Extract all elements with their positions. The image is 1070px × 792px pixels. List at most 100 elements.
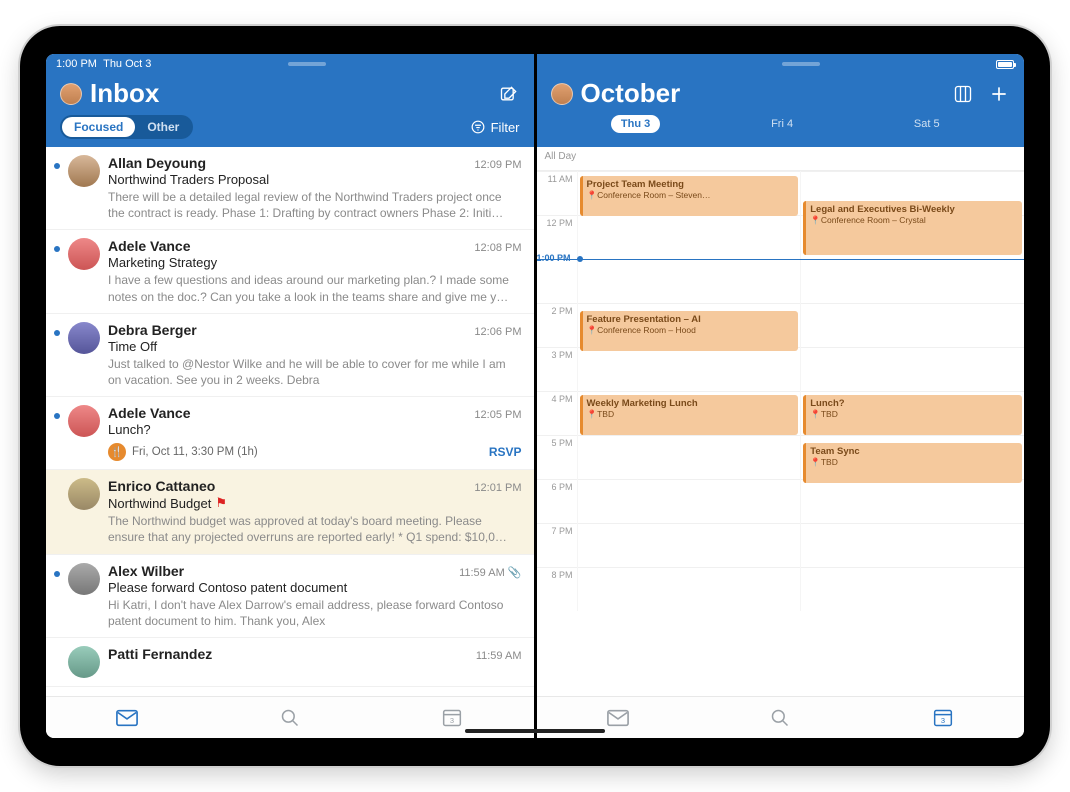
tab-focused[interactable]: Focused [62, 117, 135, 137]
attachment-icon: 📎 [508, 567, 522, 579]
fork-knife-icon: 🍴 [108, 443, 126, 461]
hour-label [537, 259, 577, 303]
mail-subject: Northwind Budget ⚑ [108, 495, 522, 511]
tab-search[interactable] [762, 705, 798, 731]
mail-sender: Adele Vance [108, 238, 191, 254]
mail-sender: Adele Vance [108, 405, 191, 421]
add-event-button[interactable] [988, 83, 1010, 105]
mail-subject: Time Off [108, 339, 522, 354]
mail-sender: Patti Fernandez [108, 646, 212, 662]
home-indicator[interactable] [465, 729, 605, 733]
mail-bottom-bar: 3 [46, 696, 534, 738]
filter-button[interactable]: Filter [471, 120, 520, 135]
event-location: 📍Conference Room – Hood [587, 325, 795, 336]
battery-icon [996, 60, 1014, 69]
mail-preview: There will be a detailed legal review of… [108, 189, 522, 221]
calendar-event[interactable]: Legal and Executives Bi-Weekly📍Conferenc… [803, 201, 1022, 255]
calendar-bottom-bar: 3 [537, 696, 1025, 738]
calendar-event[interactable]: Feature Presentation – AI📍Conference Roo… [580, 311, 799, 351]
hour-label: 6 PM [537, 479, 577, 523]
account-avatar[interactable] [60, 83, 82, 105]
ipad-screen: 1:00 PM Thu Oct 3 Inbox [46, 54, 1024, 738]
inbox-segmented[interactable]: Focused Other [60, 115, 193, 139]
event-location: 📍TBD [810, 409, 1018, 420]
mail-item[interactable]: Adele Vance12:08 PM Marketing StrategyI … [46, 230, 534, 313]
unread-dot [54, 571, 60, 577]
mail-sender: Allan Deyoung [108, 155, 206, 171]
unread-dot [54, 163, 60, 169]
hour-label: 8 PM [537, 567, 577, 611]
hour-label: 7 PM [537, 523, 577, 567]
event-location: 📍TBD [810, 457, 1018, 468]
event-title: Project Team Meeting [587, 179, 795, 190]
sender-avatar [68, 155, 100, 187]
mail-subject: Marketing Strategy [108, 255, 522, 270]
mail-time: 12:08 PM [474, 242, 521, 254]
sender-avatar [68, 563, 100, 595]
mail-item[interactable]: Debra Berger12:06 PM Time OffJust talked… [46, 314, 534, 397]
event-title: Team Sync [810, 446, 1018, 457]
tab-calendar[interactable]: 3 [434, 705, 470, 731]
now-label: 1:00 PM [537, 253, 571, 263]
ipad-frame: 1:00 PM Thu Oct 3 Inbox [20, 26, 1050, 766]
rsvp-button[interactable]: RSVP [489, 445, 522, 459]
mail-item[interactable]: Adele Vance12:05 PM Lunch?🍴Fri, Oct 11, … [46, 397, 534, 470]
allday-row: All Day [537, 147, 1025, 171]
compose-button[interactable] [498, 83, 520, 105]
hour-label: 5 PM [537, 435, 577, 479]
flag-icon: ⚑ [215, 495, 227, 511]
mail-title: Inbox [90, 78, 159, 109]
mail-item[interactable]: Enrico Cattaneo 12:01 PM Northwind Budget… [46, 470, 534, 554]
event-col-2[interactable]: Legal and Executives Bi-Weekly📍Conferenc… [800, 171, 1024, 611]
tab-other[interactable]: Other [135, 117, 191, 137]
mail-list[interactable]: Allan Deyoung12:09 PM Northwind Traders … [46, 147, 534, 696]
account-avatar[interactable] [551, 83, 573, 105]
sender-avatar [68, 478, 100, 510]
svg-text:3: 3 [941, 716, 945, 725]
split-drag-handle[interactable] [288, 62, 326, 66]
hour-label: 3 PM [537, 347, 577, 391]
sender-avatar [68, 646, 100, 678]
hour-label: 4 PM [537, 391, 577, 435]
mail-subject: Northwind Traders Proposal [108, 172, 522, 187]
split-drag-handle-right[interactable] [782, 62, 820, 66]
sender-avatar [68, 405, 100, 437]
event-col-1[interactable]: Project Team Meeting📍Conference Room – S… [577, 171, 801, 611]
calendar-pane: October Thu 3Fri 4Sat 5 All Day [537, 54, 1025, 738]
event-columns: Project Team Meeting📍Conference Room – S… [577, 171, 1025, 611]
mail-sender: Debra Berger [108, 322, 197, 338]
calendar-event[interactable]: Project Team Meeting📍Conference Room – S… [580, 176, 799, 216]
calendar-scroll[interactable]: 11 AM12 PM2 PM3 PM4 PM5 PM6 PM7 PM8 PM P… [537, 171, 1025, 696]
svg-text:3: 3 [450, 716, 454, 725]
day-pill[interactable]: Fri 4 [761, 115, 803, 133]
mail-time: 12:01 PM [474, 482, 521, 494]
status-time: 1:00 PM [56, 58, 97, 70]
mail-time: 12:06 PM [474, 326, 521, 338]
view-mode-button[interactable] [952, 83, 974, 105]
day-strip[interactable]: Thu 3 Fri 4 Sat 5 [551, 115, 1011, 139]
event-title: Weekly Marketing Lunch [587, 398, 795, 409]
day-pill[interactable]: Sat 5 [904, 115, 950, 133]
mail-subject: Please forward Contoso patent document [108, 580, 522, 595]
sender-avatar [68, 322, 100, 354]
calendar-event[interactable]: Weekly Marketing Lunch📍TBD [580, 395, 799, 435]
now-indicator: 1:00 PM [537, 259, 1025, 260]
mail-item[interactable]: Alex Wilber11:59 AM 📎Please forward Cont… [46, 555, 534, 638]
mail-item[interactable]: Allan Deyoung12:09 PM Northwind Traders … [46, 147, 534, 230]
day-pill[interactable]: Thu 3 [611, 115, 660, 133]
tab-search[interactable] [272, 705, 308, 731]
mail-sender: Alex Wilber [108, 563, 184, 579]
mail-sender: Enrico Cattaneo [108, 478, 215, 494]
sender-avatar [68, 238, 100, 270]
tab-mail[interactable] [109, 705, 145, 731]
calendar-event[interactable]: Lunch?📍TBD [803, 395, 1022, 435]
tab-calendar[interactable]: 3 [925, 705, 961, 731]
mail-time: 11:59 AM [476, 650, 522, 662]
mail-header: Inbox Focused Other Filter [46, 74, 534, 147]
event-chip[interactable]: 🍴Fri, Oct 11, 3:30 PM (1h)RSVP [108, 443, 522, 461]
tab-mail[interactable] [600, 705, 636, 731]
calendar-event[interactable]: Team Sync📍TBD [803, 443, 1022, 483]
hour-label: 11 AM [537, 171, 577, 215]
mail-item[interactable]: Patti Fernandez 11:59 AM [46, 638, 534, 687]
unread-dot [54, 246, 60, 252]
